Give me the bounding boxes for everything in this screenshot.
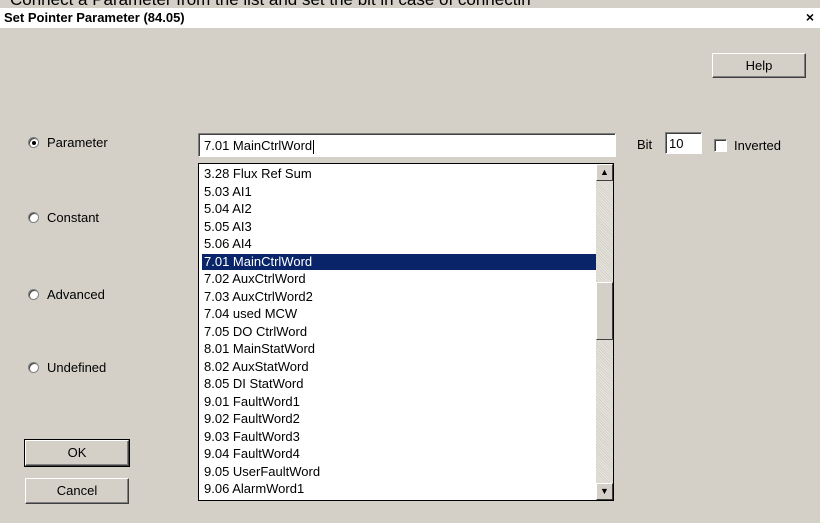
parameter-combo-input[interactable]: 7.01 MainCtrlWord	[198, 133, 616, 157]
radio-button[interactable]	[28, 361, 39, 373]
radio-option-undefined[interactable]: Undefined	[28, 358, 106, 376]
list-item[interactable]: 8.02 AuxStatWord	[202, 359, 598, 375]
list-item[interactable]: 7.01 MainCtrlWord	[202, 253, 598, 270]
scrollbar-thumb[interactable]	[596, 282, 613, 340]
list-item[interactable]: 5.04 AI2	[202, 201, 598, 217]
list-item[interactable]: 5.03 AI1	[202, 184, 598, 200]
parameter-combo-value: 7.01 MainCtrlWord	[204, 138, 313, 153]
scroll-up-icon[interactable]: ▲	[596, 164, 613, 181]
radio-label: Parameter	[47, 134, 108, 150]
title-bar: Set Pointer Parameter (84.05) ×	[0, 8, 820, 28]
list-item[interactable]: 7.04 used MCW	[202, 306, 598, 322]
radio-label: Advanced	[47, 286, 105, 302]
radio-label: Constant	[47, 209, 100, 225]
list-item[interactable]: 5.06 AI4	[202, 236, 598, 252]
ok-button[interactable]: OK	[24, 439, 130, 467]
list-item[interactable]: 9.02 FaultWord2	[202, 411, 598, 427]
radio-selected-dot	[32, 140, 36, 145]
list-item[interactable]: 7.02 AuxCtrlWord	[202, 271, 598, 287]
help-button[interactable]: Help	[712, 53, 806, 78]
bit-label: Bit	[637, 137, 653, 152]
window-title: Set Pointer Parameter (84.05)	[4, 10, 185, 25]
radio-option-constant[interactable]: Constant	[28, 208, 99, 226]
inverted-checkbox[interactable]	[714, 139, 727, 152]
bit-value: 10	[669, 136, 684, 151]
list-item[interactable]: 8.01 MainStatWord	[202, 341, 598, 357]
bit-input[interactable]: 10	[665, 132, 702, 154]
list-item[interactable]: 8.05 DI StatWord	[202, 376, 598, 392]
radio-label: Undefined	[47, 359, 107, 375]
list-item[interactable]: 9.06 AlarmWord1	[202, 481, 598, 497]
radio-button[interactable]	[28, 288, 39, 300]
close-icon[interactable]: ×	[802, 9, 818, 25]
list-item[interactable]: 9.05 UserFaultWord	[202, 464, 598, 480]
list-item[interactable]: 9.04 FaultWord4	[202, 446, 598, 462]
inverted-label: Inverted	[734, 138, 781, 153]
radio-button[interactable]	[28, 136, 39, 148]
radio-button[interactable]	[28, 211, 39, 223]
list-item[interactable]: 5.05 AI3	[202, 219, 598, 235]
list-item[interactable]: 9.01 FaultWord1	[202, 394, 598, 410]
top-caption: Connect a Parameter from the list and se…	[0, 0, 820, 8]
radio-option-parameter[interactable]: Parameter	[28, 133, 108, 151]
scroll-down-icon[interactable]: ▼	[596, 483, 613, 500]
list-item[interactable]: 7.05 DO CtrlWord	[202, 324, 598, 340]
list-item[interactable]: 9.03 FaultWord3	[202, 429, 598, 445]
text-caret	[313, 139, 315, 154]
list-vertical-scrollbar[interactable]: ▲ ▼	[596, 164, 613, 500]
list-item[interactable]: 7.03 AuxCtrlWord2	[202, 289, 598, 305]
inverted-checkbox-row[interactable]: Inverted	[714, 138, 781, 153]
list-item[interactable]: 3.28 Flux Ref Sum	[202, 166, 598, 182]
parameter-listbox[interactable]: 3.28 Flux Ref Sum 5.03 AI1 5.04 AI2 5.05 AI…	[198, 163, 614, 501]
list-item[interactable]: 9.07 UserAlarmWord2	[202, 499, 598, 501]
radio-option-advanced[interactable]: Advanced	[28, 285, 105, 303]
cancel-button[interactable]: Cancel	[25, 478, 129, 504]
